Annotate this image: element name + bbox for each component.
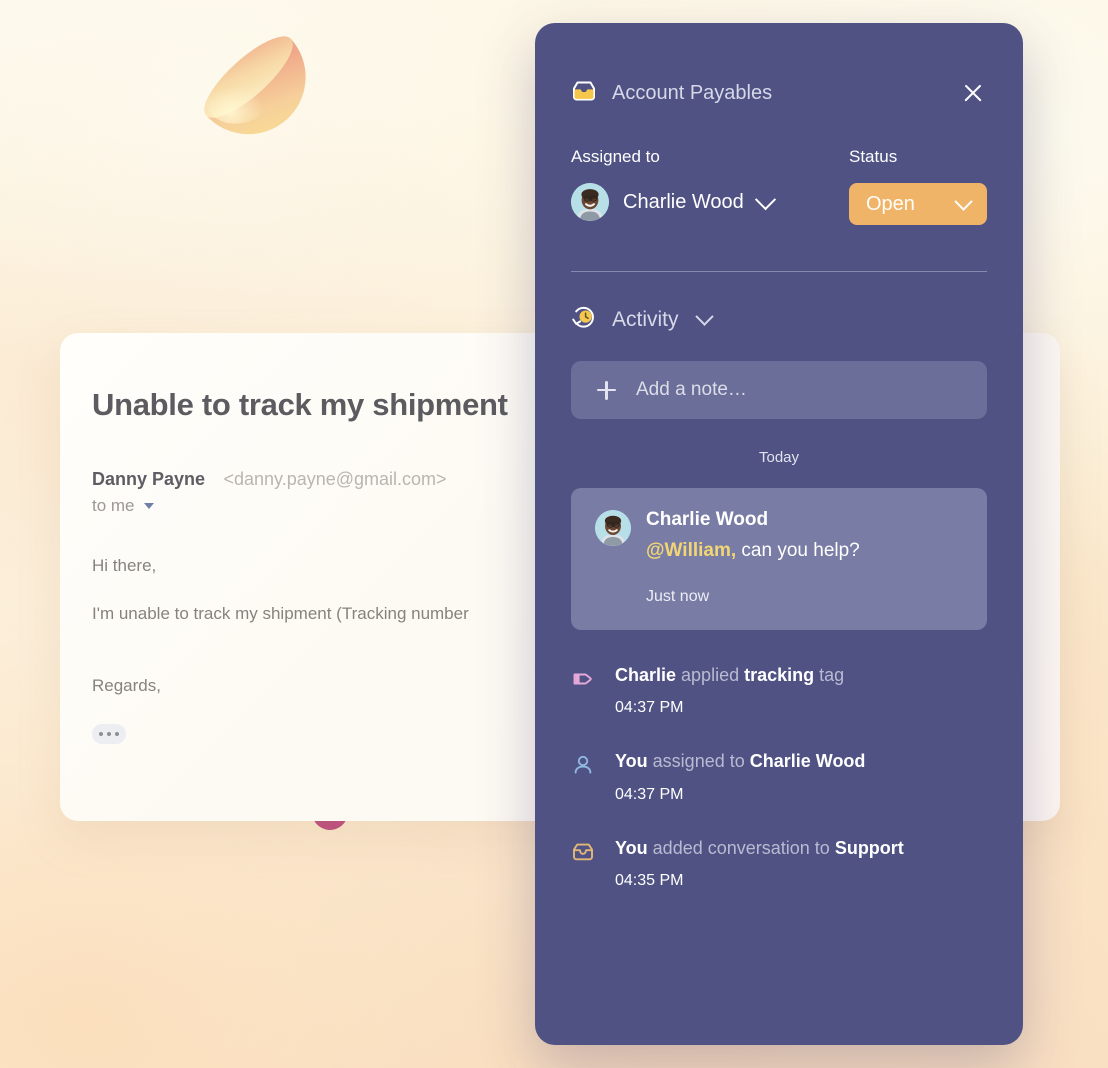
more-options-button[interactable] [92, 724, 126, 744]
status-section: Status Open [849, 147, 987, 225]
activity-log-content: Charlie applied tracking tag 04:37 PM [615, 664, 844, 718]
chevron-down-icon[interactable] [143, 503, 154, 509]
panel-title: Account Payables [612, 81, 773, 104]
panel-header: Account Payables [571, 79, 987, 107]
plus-icon [597, 380, 616, 400]
history-clock-icon [571, 304, 597, 335]
add-note-input[interactable]: Add a note… [571, 361, 987, 419]
assigned-to-section: Assigned to Charlie Wood [571, 147, 849, 225]
chevron-down-icon[interactable] [694, 307, 714, 326]
activity-object: tracking [744, 664, 815, 685]
note-mention[interactable]: @William, [646, 540, 736, 561]
sender-name: Danny Payne [92, 469, 206, 489]
activity-log-content: You added conversation to Support 04:35 … [615, 837, 904, 891]
status-value: Open [866, 192, 915, 215]
tag-icon [571, 667, 595, 691]
activity-timestamp: 04:37 PM [615, 699, 684, 717]
inbox-icon [571, 80, 597, 107]
activity-verb: assigned to [647, 751, 750, 772]
panel-divider [571, 271, 987, 272]
activity-verb: applied [676, 664, 745, 685]
chevron-down-icon[interactable] [954, 191, 973, 211]
add-note-placeholder: Add a note… [636, 379, 747, 400]
activity-log-item: Charlie applied tracking tag 04:37 PM [571, 664, 987, 718]
activity-title: Activity [612, 307, 679, 331]
activity-header[interactable]: Activity [571, 304, 987, 335]
dot-icon [98, 731, 104, 737]
note-message-text: can you help? [736, 539, 860, 561]
status-label: Status [849, 147, 898, 166]
activity-actor: You [615, 751, 648, 772]
activity-timestamp: 04:37 PM [615, 785, 684, 803]
charlie-wood-avatar [595, 510, 631, 546]
activity-log-text: Charlie applied tracking tag [615, 664, 844, 687]
activity-verb: added conversation to [647, 837, 835, 858]
status-badge[interactable]: Open [849, 183, 987, 225]
recipient-label: to me [92, 496, 135, 515]
activity-log-item: You added conversation to Support 04:35 … [571, 837, 987, 891]
chevron-down-icon[interactable] [754, 188, 776, 210]
assignee-name: Charlie Wood [623, 190, 744, 213]
note-body: Charlie Wood @William, can you help? [646, 509, 860, 562]
person-icon [571, 753, 595, 777]
close-icon[interactable] [959, 79, 987, 107]
activity-object: Support [834, 837, 904, 858]
assigned-to-label: Assigned to [571, 147, 660, 166]
activity-timestamp: 04:35 PM [615, 872, 684, 890]
dot-icon [114, 731, 120, 737]
assignee-selector[interactable]: Charlie Wood [571, 183, 849, 221]
activity-suffix: tag [814, 664, 845, 685]
note-message: @William, can you help? [646, 540, 860, 562]
conversation-details-panel: Account Payables Assigned to Charlie Woo… [535, 23, 1023, 1045]
activity-log-text: You assigned to Charlie Wood [615, 750, 865, 773]
activity-log-text: You added conversation to Support [615, 837, 904, 860]
activity-log-content: You assigned to Charlie Wood 04:37 PM [615, 750, 865, 804]
day-divider-label: Today [758, 449, 800, 466]
panel-title-group: Account Payables [571, 80, 772, 107]
charlie-wood-avatar [571, 183, 609, 221]
dot-icon [106, 731, 112, 737]
note-author: Charlie Wood [646, 509, 769, 530]
activity-log-item: You assigned to Charlie Wood 04:37 PM [571, 750, 987, 804]
activity-log: Charlie applied tracking tag 04:37 PM Yo… [571, 664, 987, 891]
panel-meta-row: Assigned to Charlie Wood Status Open [571, 147, 987, 225]
activity-actor: You [615, 837, 648, 858]
note-card: Charlie Wood @William, can you help? Jus… [571, 488, 987, 630]
activity-actor: Charlie [615, 664, 677, 685]
activity-object: Charlie Wood [749, 751, 866, 772]
note-header: Charlie Wood @William, can you help? [595, 509, 963, 562]
note-timestamp: Just now [646, 587, 710, 605]
sender-email: <danny.payne@gmail.com> [223, 469, 447, 489]
inbox-icon [571, 840, 595, 864]
